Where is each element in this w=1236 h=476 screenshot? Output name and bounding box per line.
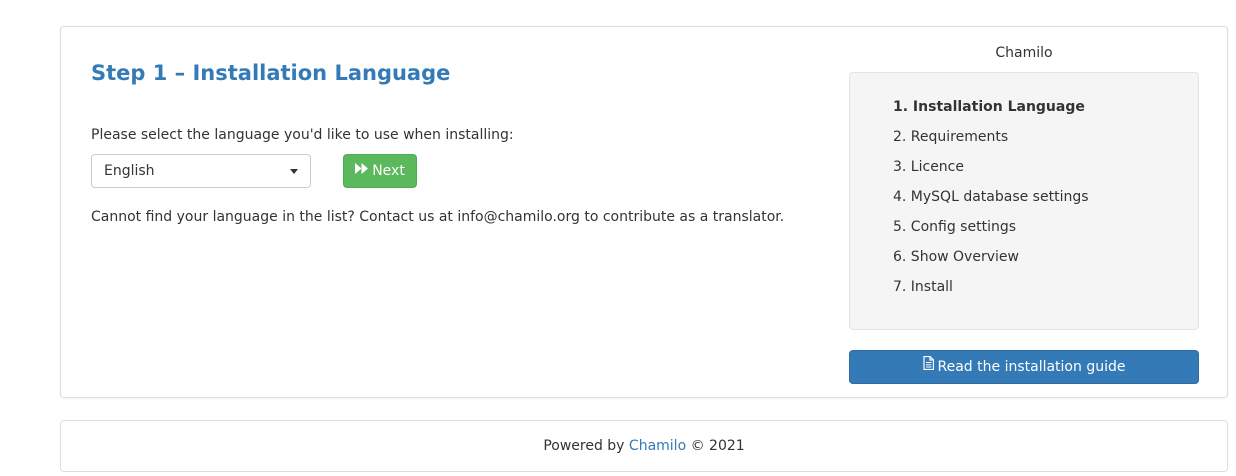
next-button[interactable]: Next bbox=[343, 154, 417, 188]
chamilo-link[interactable]: Chamilo bbox=[629, 438, 686, 454]
step-item-show-overview: 6. Show Overview bbox=[893, 249, 1019, 265]
file-text-icon bbox=[922, 350, 934, 382]
page-title: Step 1 – Installation Language bbox=[91, 61, 451, 85]
step-item-config-settings: 5. Config settings bbox=[893, 219, 1017, 235]
footer: Powered by Chamilo © 2021 bbox=[60, 420, 1228, 472]
steps-list: 1. Installation Language 2. Requirements… bbox=[893, 97, 1089, 307]
fast-forward-icon bbox=[355, 154, 369, 186]
language-select-prompt: Please select the language you'd like to… bbox=[91, 127, 514, 143]
contact-text: Cannot find your language in the list? C… bbox=[91, 209, 785, 225]
language-select-value: English bbox=[104, 163, 155, 179]
brand-label: Chamilo bbox=[995, 45, 1053, 61]
installation-guide-button[interactable]: Read the installation guide bbox=[849, 350, 1199, 384]
step-item-licence: 3. Licence bbox=[893, 159, 964, 175]
step-item-install: 7. Install bbox=[893, 279, 953, 295]
language-select[interactable]: English bbox=[91, 154, 311, 188]
step-item-mysql-settings: 4. MySQL database settings bbox=[893, 189, 1089, 205]
installation-guide-label: Read the installation guide bbox=[937, 359, 1126, 375]
chevron-down-icon bbox=[290, 169, 298, 174]
step-item-installation-language: 1. Installation Language bbox=[893, 99, 1085, 115]
footer-copyright: © 2021 bbox=[690, 438, 745, 454]
install-panel: Step 1 – Installation Language Please se… bbox=[60, 26, 1228, 398]
next-button-label: Next bbox=[372, 163, 405, 179]
steps-panel: 1. Installation Language 2. Requirements… bbox=[849, 72, 1199, 330]
footer-prefix: Powered by bbox=[543, 438, 625, 454]
step-item-requirements: 2. Requirements bbox=[893, 129, 1009, 145]
